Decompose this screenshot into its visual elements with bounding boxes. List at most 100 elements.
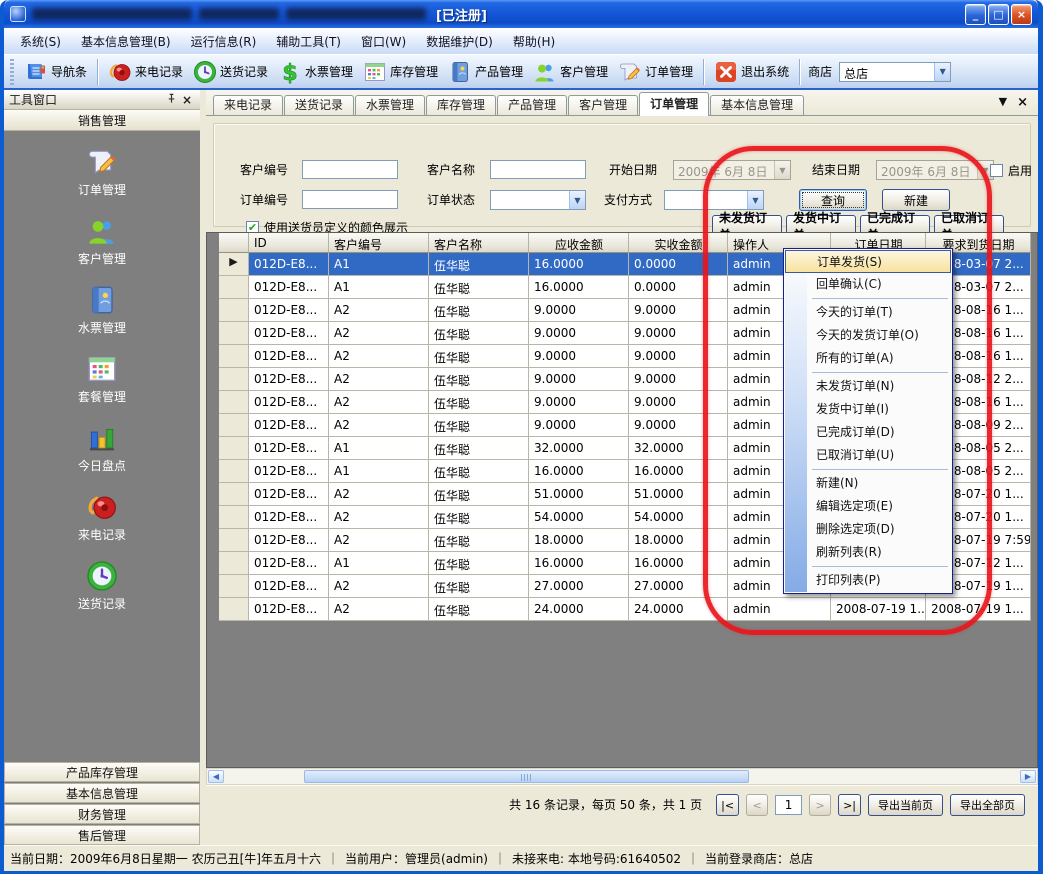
export-all-pages-button[interactable]: 导出全部页 <box>950 794 1025 816</box>
menubar-item[interactable]: 窗口(W) <box>351 29 416 54</box>
context-menu-item[interactable]: 删除选定项(D) <box>785 518 951 541</box>
order-status-combo[interactable]: ▼ <box>490 190 586 210</box>
row-selector-cell[interactable] <box>219 552 249 575</box>
sidebar-item-calendar[interactable]: 套餐管理 <box>78 353 126 405</box>
menubar-item[interactable]: 运行信息(R) <box>181 29 267 54</box>
shop-combo[interactable]: 总店 ▼ <box>839 62 951 82</box>
scroll-left-icon[interactable]: ◀ <box>208 770 224 783</box>
sidebar-item-chart[interactable]: 今日盘点 <box>78 422 126 474</box>
row-selector-cell[interactable] <box>219 345 249 368</box>
order-no-input[interactable] <box>302 190 398 209</box>
tab-list-dropdown-icon[interactable]: ▼ <box>999 95 1007 110</box>
page-number-input[interactable]: 1 <box>775 795 802 815</box>
menubar-item[interactable]: 数据维护(D) <box>416 29 503 54</box>
first-page-button[interactable]: |< <box>716 794 739 816</box>
context-menu-item[interactable]: 新建(N) <box>785 472 951 495</box>
sidebar-item-product-book[interactable]: 水票管理 <box>78 284 126 336</box>
toolbar-button-dollar[interactable]: $水票管理 <box>273 57 358 87</box>
sidebar-item-order-pen[interactable]: 订单管理 <box>78 146 126 198</box>
toolbar-button-people[interactable]: 客户管理 <box>528 57 613 87</box>
tab-item[interactable]: 基本信息管理 <box>710 95 804 115</box>
end-date-picker[interactable]: 2009年 6月 8日 ▼ <box>876 160 994 180</box>
context-menu-item[interactable]: 所有的订单(A) <box>785 347 951 370</box>
sidebar-item-bell[interactable]: 来电记录 <box>78 491 126 543</box>
context-menu-item[interactable]: 未发货订单(N) <box>785 375 951 398</box>
export-current-page-button[interactable]: 导出当前页 <box>868 794 943 816</box>
row-selector-cell[interactable] <box>219 437 249 460</box>
row-selector-cell[interactable] <box>219 368 249 391</box>
menubar-item[interactable]: 系统(S) <box>10 29 71 54</box>
row-selector-cell[interactable] <box>219 391 249 414</box>
tab-item[interactable]: 水票管理 <box>355 95 425 115</box>
customer-name-input[interactable] <box>490 160 586 179</box>
sidebar-item-people[interactable]: 客户管理 <box>78 215 126 267</box>
tab-item[interactable]: 客户管理 <box>568 95 638 115</box>
sidebar-section-bar[interactable]: 基本信息管理 <box>4 783 200 803</box>
close-button[interactable]: × <box>1011 4 1032 25</box>
pin-icon[interactable] <box>163 93 179 107</box>
context-menu-item[interactable]: 已完成订单(D) <box>785 421 951 444</box>
query-button[interactable]: 查询 <box>799 189 867 211</box>
menubar-item[interactable]: 帮助(H) <box>503 29 565 54</box>
toolbar-button-navbar-book[interactable]: 导航条 <box>19 57 92 87</box>
horizontal-scrollbar[interactable]: ◀ ▶ <box>206 768 1038 785</box>
row-selector-cell[interactable]: ▶ <box>219 253 249 276</box>
context-menu-item[interactable]: 发货中订单(I) <box>785 398 951 421</box>
context-menu-item[interactable]: 打印列表(P) <box>785 569 951 592</box>
tab-item[interactable]: 库存管理 <box>426 95 496 115</box>
row-selector-cell[interactable] <box>219 575 249 598</box>
sidebar-section-bar[interactable]: 产品库存管理 <box>4 762 200 782</box>
row-selector-cell[interactable] <box>219 322 249 345</box>
toolbar-button-product-book[interactable]: 产品管理 <box>443 57 528 87</box>
sidebar-section-bar[interactable]: 财务管理 <box>4 804 200 824</box>
row-selector-cell[interactable] <box>219 460 249 483</box>
chevron-down-icon[interactable]: ▼ <box>934 63 950 81</box>
next-page-button[interactable]: > <box>809 794 831 816</box>
row-selector-cell[interactable] <box>219 276 249 299</box>
tab-close-icon[interactable]: × <box>1017 95 1028 110</box>
context-menu-item[interactable]: 编辑选定项(E) <box>785 495 951 518</box>
row-selector-cell[interactable] <box>219 299 249 322</box>
tab-item[interactable]: 订单管理 <box>639 92 709 116</box>
context-menu-item[interactable]: 今天的订单(T) <box>785 301 951 324</box>
row-selector-cell[interactable] <box>219 506 249 529</box>
row-selector-cell[interactable] <box>219 598 249 621</box>
context-menu-item[interactable]: 订单发货(S) <box>785 250 951 273</box>
context-menu-item[interactable]: 刷新列表(R) <box>785 541 951 564</box>
tab-item[interactable]: 产品管理 <box>497 95 567 115</box>
menubar-item[interactable]: 基本信息管理(B) <box>71 29 181 54</box>
sidebar-section-bar[interactable]: 售后管理 <box>4 825 200 845</box>
last-page-button[interactable]: >| <box>838 794 861 816</box>
row-selector-cell[interactable] <box>219 483 249 506</box>
prev-page-button[interactable]: < <box>746 794 768 816</box>
toolbar-button-bell[interactable]: 来电记录 <box>103 57 188 87</box>
menubar-item[interactable]: 辅助工具(T) <box>266 29 351 54</box>
start-date-picker[interactable]: 2009年 6月 8日 ▼ <box>673 160 791 180</box>
toolbar-button-clock[interactable]: 送货记录 <box>188 57 273 87</box>
maximize-button[interactable]: □ <box>988 4 1009 25</box>
sidebar-section-sales[interactable]: 销售管理 <box>4 110 200 131</box>
sidebar-close-icon[interactable]: × <box>179 93 195 107</box>
new-button[interactable]: 新建 <box>882 189 950 211</box>
tab-item[interactable]: 来电记录 <box>213 95 283 115</box>
minimize-button[interactable]: _ <box>965 4 986 25</box>
scrollbar-thumb[interactable] <box>304 770 749 783</box>
toolbar-button-order-pen[interactable]: 订单管理 <box>613 57 698 87</box>
customer-no-input[interactable] <box>302 160 398 179</box>
sidebar-item-clock[interactable]: 送货记录 <box>78 560 126 612</box>
scroll-right-icon[interactable]: ▶ <box>1020 770 1036 783</box>
toolbar-grip[interactable] <box>10 59 14 85</box>
chevron-down-icon[interactable]: ▼ <box>774 161 790 179</box>
row-selector-cell[interactable] <box>219 414 249 437</box>
chevron-down-icon[interactable]: ▼ <box>747 191 763 209</box>
toolbar-button-exit[interactable]: 退出系统 <box>709 57 794 87</box>
toolbar-button-calendar[interactable]: 库存管理 <box>358 57 443 87</box>
tab-item[interactable]: 送货记录 <box>284 95 354 115</box>
row-selector-cell[interactable] <box>219 529 249 552</box>
chevron-down-icon[interactable]: ▼ <box>569 191 585 209</box>
scrollbar-track[interactable] <box>224 770 1020 783</box>
context-menu-item[interactable]: 回单确认(C) <box>785 273 951 296</box>
table-row[interactable]: 012D-E8...A2伍华聪24.000024.0000admin2008-0… <box>219 598 1031 621</box>
context-menu-item[interactable]: 今天的发货订单(O) <box>785 324 951 347</box>
context-menu-item[interactable]: 已取消订单(U) <box>785 444 951 467</box>
